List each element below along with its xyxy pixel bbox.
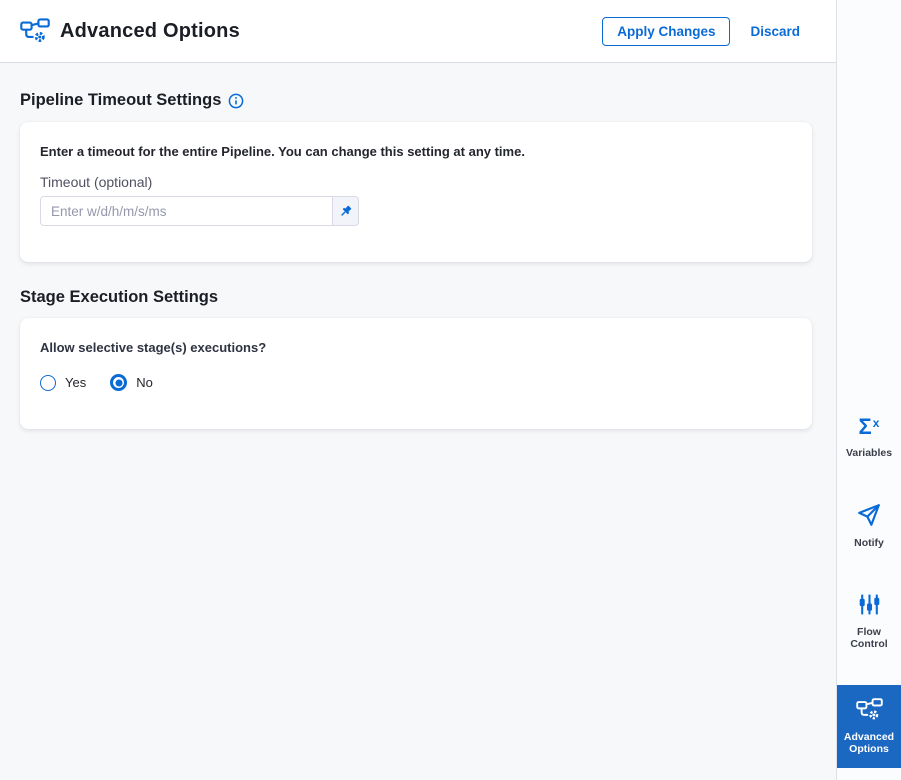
radio-option-yes[interactable]: Yes bbox=[40, 374, 87, 391]
header-actions: Apply Changes Discard bbox=[602, 16, 800, 46]
pipeline-timeout-card: Enter a timeout for the entire Pipeline.… bbox=[20, 122, 812, 262]
right-nav: Σx Variables Notify Flow Control Advance… bbox=[836, 0, 901, 780]
apply-changes-button[interactable]: Apply Changes bbox=[602, 16, 731, 46]
timeout-description: Enter a timeout for the entire Pipeline.… bbox=[40, 144, 525, 159]
timeout-label: Timeout (optional) bbox=[40, 174, 153, 190]
advanced-options-panel: Advanced Options Apply Changes Discard P… bbox=[0, 0, 901, 780]
stage-execution-card: Allow selective stage(s) executions? Yes… bbox=[20, 318, 812, 429]
radio-option-no[interactable]: No bbox=[110, 374, 153, 391]
tab-variables[interactable]: Σx Variables bbox=[837, 406, 901, 470]
timeout-input[interactable] bbox=[40, 196, 333, 226]
pipeline-timeout-heading-text: Pipeline Timeout Settings bbox=[20, 91, 222, 109]
pin-icon bbox=[338, 204, 353, 219]
right-nav-tabs: Σx Variables Notify Flow Control Advance… bbox=[837, 406, 901, 780]
tab-variables-label: Variables bbox=[845, 447, 893, 460]
header-title-group: Advanced Options bbox=[20, 17, 240, 45]
panel-content: Pipeline Timeout Settings Enter a timeou… bbox=[0, 63, 836, 429]
sigma-x-icon: Σx bbox=[858, 414, 880, 440]
tab-flow-control-label: Flow Control bbox=[850, 625, 888, 651]
tab-flow-control[interactable]: Flow Control bbox=[837, 582, 901, 661]
pipeline-gear-icon bbox=[855, 698, 883, 722]
pipeline-gear-icon bbox=[20, 17, 50, 45]
tab-advanced-options-label: Advanced Options bbox=[843, 730, 895, 756]
paper-plane-icon bbox=[856, 502, 882, 528]
radio-button-no[interactable] bbox=[110, 374, 128, 391]
info-icon[interactable] bbox=[228, 93, 244, 109]
timeout-input-row bbox=[40, 196, 792, 226]
runtime-input-pin-button[interactable] bbox=[332, 196, 359, 226]
selective-stage-question: Allow selective stage(s) executions? bbox=[40, 340, 267, 355]
radio-button-yes[interactable] bbox=[40, 374, 56, 391]
sliders-icon bbox=[857, 592, 882, 617]
panel-header: Advanced Options Apply Changes Discard bbox=[0, 0, 836, 63]
selective-stage-radio-group: Yes No bbox=[40, 374, 792, 391]
tab-advanced-options[interactable]: Advanced Options bbox=[837, 684, 901, 768]
tab-notify[interactable]: Notify bbox=[837, 492, 901, 560]
stage-execution-heading-text: Stage Execution Settings bbox=[20, 288, 219, 306]
radio-label-no: No bbox=[136, 375, 153, 390]
page-title: Advanced Options bbox=[60, 19, 240, 42]
discard-button[interactable]: Discard bbox=[750, 24, 800, 39]
tab-notify-label: Notify bbox=[854, 537, 884, 550]
main-panel: Advanced Options Apply Changes Discard P… bbox=[0, 0, 836, 780]
radio-label-yes: Yes bbox=[65, 375, 87, 390]
section-heading-pipeline-timeout: Pipeline Timeout Settings bbox=[20, 91, 812, 110]
section-heading-stage-execution: Stage Execution Settings bbox=[20, 288, 812, 307]
